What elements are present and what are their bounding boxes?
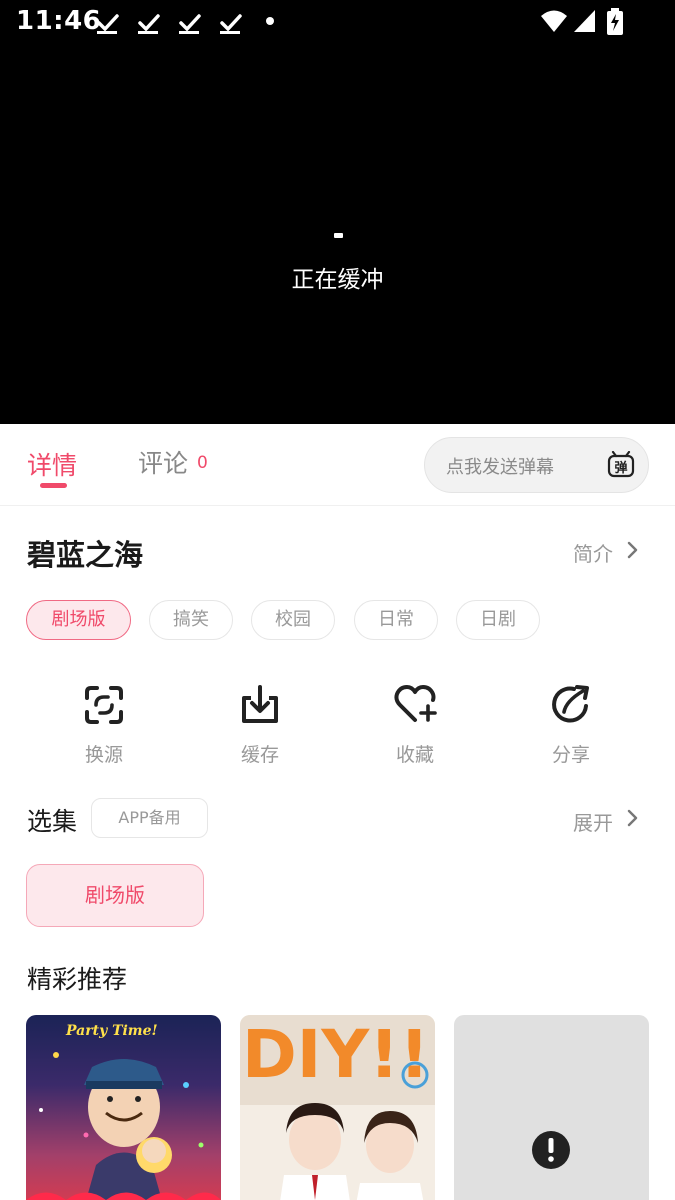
episodes-title: 选集 <box>27 807 78 836</box>
action-label: 缓存 <box>240 744 279 766</box>
download-done-icon <box>138 14 160 34</box>
tag-chip[interactable]: 日常 <box>354 600 438 640</box>
signal-icon <box>574 10 595 32</box>
status-bar: 11:46 <box>0 0 675 44</box>
share-icon <box>552 685 589 723</box>
recommend-title: 精彩推荐 <box>27 965 128 994</box>
danmaku-input[interactable]: 点我发送弹幕 弹 <box>424 437 649 493</box>
danmaku-placeholder: 点我发送弹幕 <box>446 457 554 478</box>
download-done-icon <box>220 14 242 34</box>
intro-link[interactable]: 简介 <box>573 538 613 567</box>
tag-chip[interactable]: 搞笑 <box>149 600 233 640</box>
comment-count-badge: 0 <box>197 453 208 473</box>
wifi-icon <box>541 10 567 32</box>
action-label: 收藏 <box>395 744 434 766</box>
download-icon <box>242 685 278 723</box>
svg-text:DIY!!: DIY!! <box>242 1016 429 1093</box>
recommend-card[interactable]: DIY!! <box>240 1015 435 1200</box>
tab-comments[interactable]: 评论 <box>138 444 188 480</box>
heart-plus-icon <box>394 685 437 722</box>
switch-source-button[interactable]: 换源 <box>49 684 159 774</box>
notification-dot-icon <box>266 17 274 25</box>
recommend-card[interactable]: Party Time! <box>26 1015 221 1200</box>
page-title: 碧蓝之海 <box>27 538 144 572</box>
poster-image: Party Time! <box>26 1023 221 1200</box>
tag-chip[interactable]: 日剧 <box>456 600 540 640</box>
action-label: 换源 <box>84 744 123 766</box>
poster-image: DIY!! <box>240 1015 435 1200</box>
chevron-right-icon[interactable] <box>625 540 641 560</box>
tag-chip[interactable]: 校园 <box>251 600 335 640</box>
tag-chip[interactable]: 剧场版 <box>26 600 131 640</box>
status-time: 11:46 <box>16 6 102 36</box>
episode-button[interactable]: 剧场版 <box>26 864 204 927</box>
expand-link[interactable]: 展开 <box>573 807 613 836</box>
video-player[interactable]: 11:46 正在缓冲 <box>0 0 675 424</box>
svg-text:Party Time!: Party Time! <box>65 1023 158 1039</box>
danmaku-icon[interactable]: 弹 <box>607 451 635 479</box>
download-done-icon <box>179 14 201 34</box>
buffer-spinner <box>334 233 343 238</box>
download-button[interactable]: 缓存 <box>205 684 315 774</box>
tab-bar: 详情 评论 0 点我发送弹幕 弹 <box>0 424 675 506</box>
switch-source-icon <box>85 686 123 724</box>
image-error-icon <box>532 1131 570 1169</box>
download-done-icon <box>97 14 119 34</box>
action-label: 分享 <box>551 744 590 766</box>
favorite-button[interactable]: 收藏 <box>360 684 470 774</box>
recommend-card[interactable] <box>454 1015 649 1200</box>
tab-detail[interactable]: 详情 <box>27 446 77 482</box>
battery-charging-icon <box>607 8 623 35</box>
tab-active-indicator <box>40 483 67 488</box>
share-button[interactable]: 分享 <box>516 684 626 774</box>
source-badge[interactable]: APP备用 <box>91 798 208 838</box>
chevron-right-icon[interactable] <box>625 808 641 828</box>
buffer-status: 正在缓冲 <box>291 267 384 293</box>
svg-text:弹: 弹 <box>614 460 627 476</box>
